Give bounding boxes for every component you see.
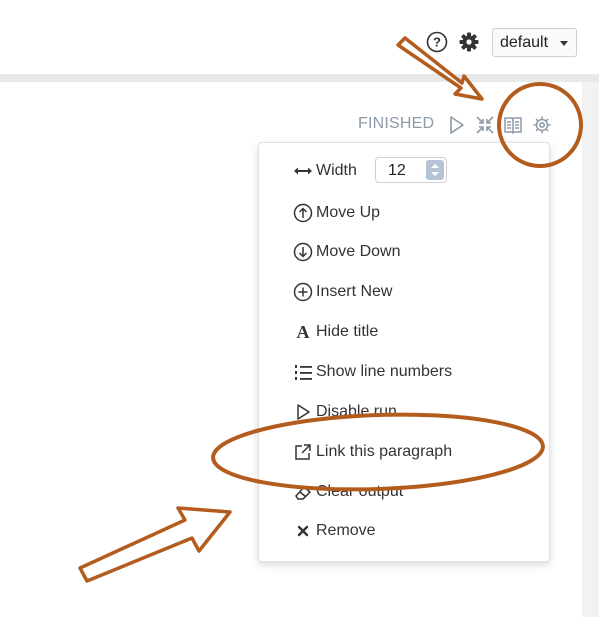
plus-circle-icon [293,282,313,302]
menu-item-label: Disable run [316,403,397,420]
width-stepper[interactable]: 12 [375,157,447,183]
paragraph-settings-menu: Width 12 Move Up Move Down Insert New A … [258,142,550,562]
menu-item-hide-title[interactable]: A Hide title [293,319,379,345]
spinner-arrows-icon[interactable] [426,160,444,180]
interpreter-select[interactable]: default [492,28,577,57]
menu-item-move-down[interactable]: Move Down [293,239,400,265]
menu-item-move-up[interactable]: Move Up [293,200,380,226]
arrow-circle-down-icon [293,242,313,262]
width-value: 12 [388,162,406,179]
interpreter-select-value: default [500,34,549,51]
arrow-circle-up-icon [293,203,313,223]
svg-text:?: ? [433,35,441,50]
menu-item-show-line-numbers[interactable]: Show line numbers [293,359,452,385]
menu-item-label: Remove [316,522,376,539]
menu-item-label: Insert New [316,283,393,300]
menu-item-label: Move Up [316,204,381,221]
menu-item-label: Show line numbers [316,363,453,380]
menu-item-label: Link this paragraph [316,443,453,460]
list-ol-icon [293,362,313,382]
navbar-divider [0,74,599,82]
settings-gear-icon[interactable] [532,115,552,135]
eraser-icon [293,482,313,502]
menu-item-link-paragraph[interactable]: Link this paragraph [293,439,452,465]
paragraph-status: FINISHED [358,115,435,132]
times-icon [293,521,313,541]
menu-item-label: Move Down [316,243,401,260]
menu-item-label: Hide title [316,323,379,340]
menu-item-remove[interactable]: Remove [293,518,376,544]
menu-item-clear-output[interactable]: Clear output [293,479,403,505]
external-link-icon [293,442,313,462]
page-scroll-gutter [582,82,599,617]
collapse-icon[interactable] [475,115,495,135]
menu-item-insert-new[interactable]: Insert New [293,279,392,305]
question-circle-icon[interactable]: ? [426,31,448,53]
menu-item-disable-run[interactable]: Disable run [293,399,397,425]
play-outline-icon [293,402,313,422]
menu-item-label: Clear output [316,483,404,500]
book-icon[interactable] [503,115,523,135]
annotation-arrow-bottom [78,506,232,583]
menu-item-width: Width [293,158,357,184]
arrows-h-icon [293,161,313,181]
font-icon: A [293,322,313,342]
caret-down-icon [560,41,568,46]
play-icon[interactable] [446,115,466,135]
gear-icon[interactable] [458,31,480,53]
width-label: Width [316,162,357,179]
svg-text:A: A [297,322,310,342]
